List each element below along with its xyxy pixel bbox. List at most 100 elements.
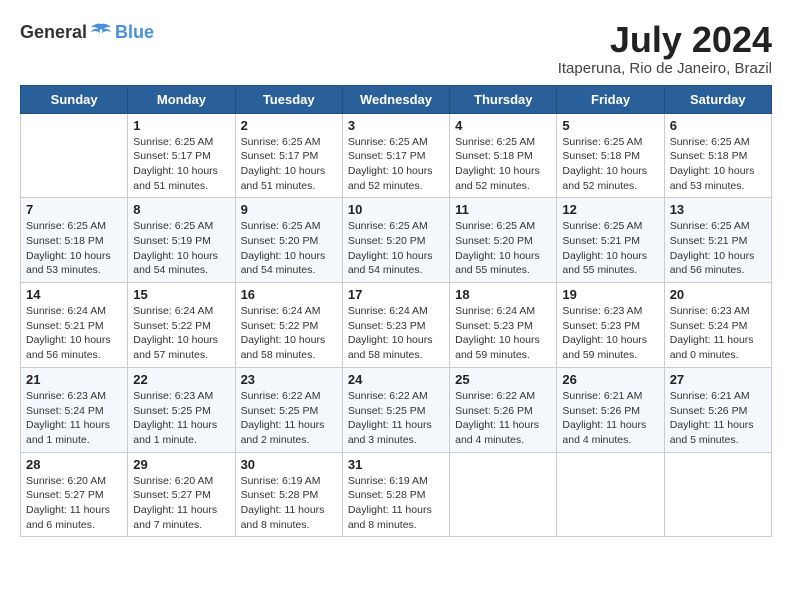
day-info: Sunrise: 6:24 AM Sunset: 5:23 PM Dayligh… — [455, 304, 551, 363]
day-info: Sunrise: 6:25 AM Sunset: 5:18 PM Dayligh… — [670, 135, 766, 194]
calendar-week-row: 1 Sunrise: 6:25 AM Sunset: 5:17 PM Daylig… — [21, 113, 772, 198]
day-number: 25 — [455, 372, 551, 387]
table-row: 12 Sunrise: 6:25 AM Sunset: 5:21 PM Dayli… — [557, 198, 664, 283]
calendar-table: Sunday Monday Tuesday Wednesday Thursday… — [20, 85, 772, 538]
day-info: Sunrise: 6:25 AM Sunset: 5:21 PM Dayligh… — [670, 219, 766, 278]
table-row — [450, 452, 557, 537]
table-row: 30 Sunrise: 6:19 AM Sunset: 5:28 PM Dayli… — [235, 452, 342, 537]
calendar-week-row: 21 Sunrise: 6:23 AM Sunset: 5:24 PM Dayli… — [21, 367, 772, 452]
day-number: 12 — [562, 202, 658, 217]
table-row: 19 Sunrise: 6:23 AM Sunset: 5:23 PM Dayli… — [557, 283, 664, 368]
day-number: 28 — [26, 457, 122, 472]
table-row: 17Sunrise: 6:24 AM Sunset: 5:23 PM Dayli… — [342, 283, 449, 368]
day-info: Sunrise: 6:19 AM Sunset: 5:28 PM Dayligh… — [241, 474, 337, 533]
day-number: 11 — [455, 202, 551, 217]
day-number: 30 — [241, 457, 337, 472]
day-number: 31 — [348, 457, 444, 472]
table-row: 9Sunrise: 6:25 AM Sunset: 5:20 PM Daylig… — [235, 198, 342, 283]
logo: General Blue — [20, 20, 154, 44]
table-row: 26 Sunrise: 6:21 AM Sunset: 5:26 PM Dayli… — [557, 367, 664, 452]
day-number: 13 — [670, 202, 766, 217]
calendar-week-row: 7 Sunrise: 6:25 AM Sunset: 5:18 PM Daylig… — [21, 198, 772, 283]
table-row: 8 Sunrise: 6:25 AM Sunset: 5:19 PM Daylig… — [128, 198, 235, 283]
day-info: Sunrise: 6:25 AM Sunset: 5:20 PM Dayligh… — [241, 219, 337, 278]
day-info: Sunrise: 6:25 AM Sunset: 5:19 PM Dayligh… — [133, 219, 229, 278]
day-number: 29 — [133, 457, 229, 472]
day-number: 10 — [348, 202, 444, 217]
table-row: 1 Sunrise: 6:25 AM Sunset: 5:17 PM Daylig… — [128, 113, 235, 198]
day-number: 19 — [562, 287, 658, 302]
col-wednesday: Wednesday — [342, 85, 449, 113]
day-info: Sunrise: 6:22 AM Sunset: 5:26 PM Dayligh… — [455, 389, 551, 448]
day-number: 27 — [670, 372, 766, 387]
day-number: 20 — [670, 287, 766, 302]
day-info: Sunrise: 6:25 AM Sunset: 5:18 PM Dayligh… — [455, 135, 551, 194]
table-row: 20 Sunrise: 6:23 AM Sunset: 5:24 PM Dayli… — [664, 283, 771, 368]
table-row: 11 Sunrise: 6:25 AM Sunset: 5:20 PM Dayli… — [450, 198, 557, 283]
table-row: 28 Sunrise: 6:20 AM Sunset: 5:27 PM Dayli… — [21, 452, 128, 537]
calendar-week-row: 28 Sunrise: 6:20 AM Sunset: 5:27 PM Dayli… — [21, 452, 772, 537]
day-info: Sunrise: 6:21 AM Sunset: 5:26 PM Dayligh… — [562, 389, 658, 448]
col-sunday: Sunday — [21, 85, 128, 113]
logo-general-text: General — [20, 22, 87, 43]
day-info: Sunrise: 6:25 AM Sunset: 5:17 PM Dayligh… — [133, 135, 229, 194]
day-number: 21 — [26, 372, 122, 387]
table-row: 23Sunrise: 6:22 AM Sunset: 5:25 PM Dayli… — [235, 367, 342, 452]
logo-bird-icon — [89, 20, 113, 44]
table-row: 6Sunrise: 6:25 AM Sunset: 5:18 PM Daylig… — [664, 113, 771, 198]
day-number: 2 — [241, 118, 337, 133]
table-row — [21, 113, 128, 198]
day-number: 5 — [562, 118, 658, 133]
table-row: 31 Sunrise: 6:19 AM Sunset: 5:28 PM Dayli… — [342, 452, 449, 537]
day-info: Sunrise: 6:22 AM Sunset: 5:25 PM Dayligh… — [241, 389, 337, 448]
day-info: Sunrise: 6:19 AM Sunset: 5:28 PM Dayligh… — [348, 474, 444, 533]
day-info: Sunrise: 6:20 AM Sunset: 5:27 PM Dayligh… — [26, 474, 122, 533]
col-saturday: Saturday — [664, 85, 771, 113]
location-subtitle: Itaperuna, Rio de Janeiro, Brazil — [558, 60, 772, 77]
day-info: Sunrise: 6:22 AM Sunset: 5:25 PM Dayligh… — [348, 389, 444, 448]
month-year-title: July 2024 — [558, 20, 772, 60]
logo-blue-text: Blue — [115, 22, 154, 43]
table-row: 10 Sunrise: 6:25 AM Sunset: 5:20 PM Dayli… — [342, 198, 449, 283]
table-row: 25 Sunrise: 6:22 AM Sunset: 5:26 PM Dayli… — [450, 367, 557, 452]
day-info: Sunrise: 6:24 AM Sunset: 5:22 PM Dayligh… — [241, 304, 337, 363]
day-info: Sunrise: 6:23 AM Sunset: 5:24 PM Dayligh… — [26, 389, 122, 448]
col-thursday: Thursday — [450, 85, 557, 113]
table-row: 7 Sunrise: 6:25 AM Sunset: 5:18 PM Daylig… — [21, 198, 128, 283]
table-row: 29 Sunrise: 6:20 AM Sunset: 5:27 PM Dayli… — [128, 452, 235, 537]
day-number: 1 — [133, 118, 229, 133]
day-info: Sunrise: 6:23 AM Sunset: 5:23 PM Dayligh… — [562, 304, 658, 363]
day-info: Sunrise: 6:25 AM Sunset: 5:18 PM Dayligh… — [562, 135, 658, 194]
table-row: 21 Sunrise: 6:23 AM Sunset: 5:24 PM Dayli… — [21, 367, 128, 452]
table-row — [664, 452, 771, 537]
table-row: 13 Sunrise: 6:25 AM Sunset: 5:21 PM Dayli… — [664, 198, 771, 283]
day-info: Sunrise: 6:24 AM Sunset: 5:23 PM Dayligh… — [348, 304, 444, 363]
table-row: 15Sunrise: 6:24 AM Sunset: 5:22 PM Dayli… — [128, 283, 235, 368]
day-info: Sunrise: 6:25 AM Sunset: 5:18 PM Dayligh… — [26, 219, 122, 278]
col-friday: Friday — [557, 85, 664, 113]
day-info: Sunrise: 6:23 AM Sunset: 5:24 PM Dayligh… — [670, 304, 766, 363]
table-row — [557, 452, 664, 537]
day-number: 14 — [26, 287, 122, 302]
calendar-week-row: 14 Sunrise: 6:24 AM Sunset: 5:21 PM Dayli… — [21, 283, 772, 368]
day-number: 26 — [562, 372, 658, 387]
day-info: Sunrise: 6:25 AM Sunset: 5:20 PM Dayligh… — [348, 219, 444, 278]
day-info: Sunrise: 6:23 AM Sunset: 5:25 PM Dayligh… — [133, 389, 229, 448]
day-number: 7 — [26, 202, 122, 217]
day-info: Sunrise: 6:25 AM Sunset: 5:21 PM Dayligh… — [562, 219, 658, 278]
day-number: 16 — [241, 287, 337, 302]
day-number: 24 — [348, 372, 444, 387]
day-info: Sunrise: 6:21 AM Sunset: 5:26 PM Dayligh… — [670, 389, 766, 448]
col-tuesday: Tuesday — [235, 85, 342, 113]
day-number: 8 — [133, 202, 229, 217]
day-info: Sunrise: 6:20 AM Sunset: 5:27 PM Dayligh… — [133, 474, 229, 533]
day-info: Sunrise: 6:24 AM Sunset: 5:21 PM Dayligh… — [26, 304, 122, 363]
table-row: 3Sunrise: 6:25 AM Sunset: 5:17 PM Daylig… — [342, 113, 449, 198]
table-row: 5 Sunrise: 6:25 AM Sunset: 5:18 PM Daylig… — [557, 113, 664, 198]
day-info: Sunrise: 6:25 AM Sunset: 5:17 PM Dayligh… — [241, 135, 337, 194]
day-info: Sunrise: 6:25 AM Sunset: 5:20 PM Dayligh… — [455, 219, 551, 278]
page-header: General Blue July 2024 Itaperuna, Rio de… — [20, 20, 772, 77]
calendar-header-row: Sunday Monday Tuesday Wednesday Thursday… — [21, 85, 772, 113]
day-number: 15 — [133, 287, 229, 302]
table-row: 14 Sunrise: 6:24 AM Sunset: 5:21 PM Dayli… — [21, 283, 128, 368]
